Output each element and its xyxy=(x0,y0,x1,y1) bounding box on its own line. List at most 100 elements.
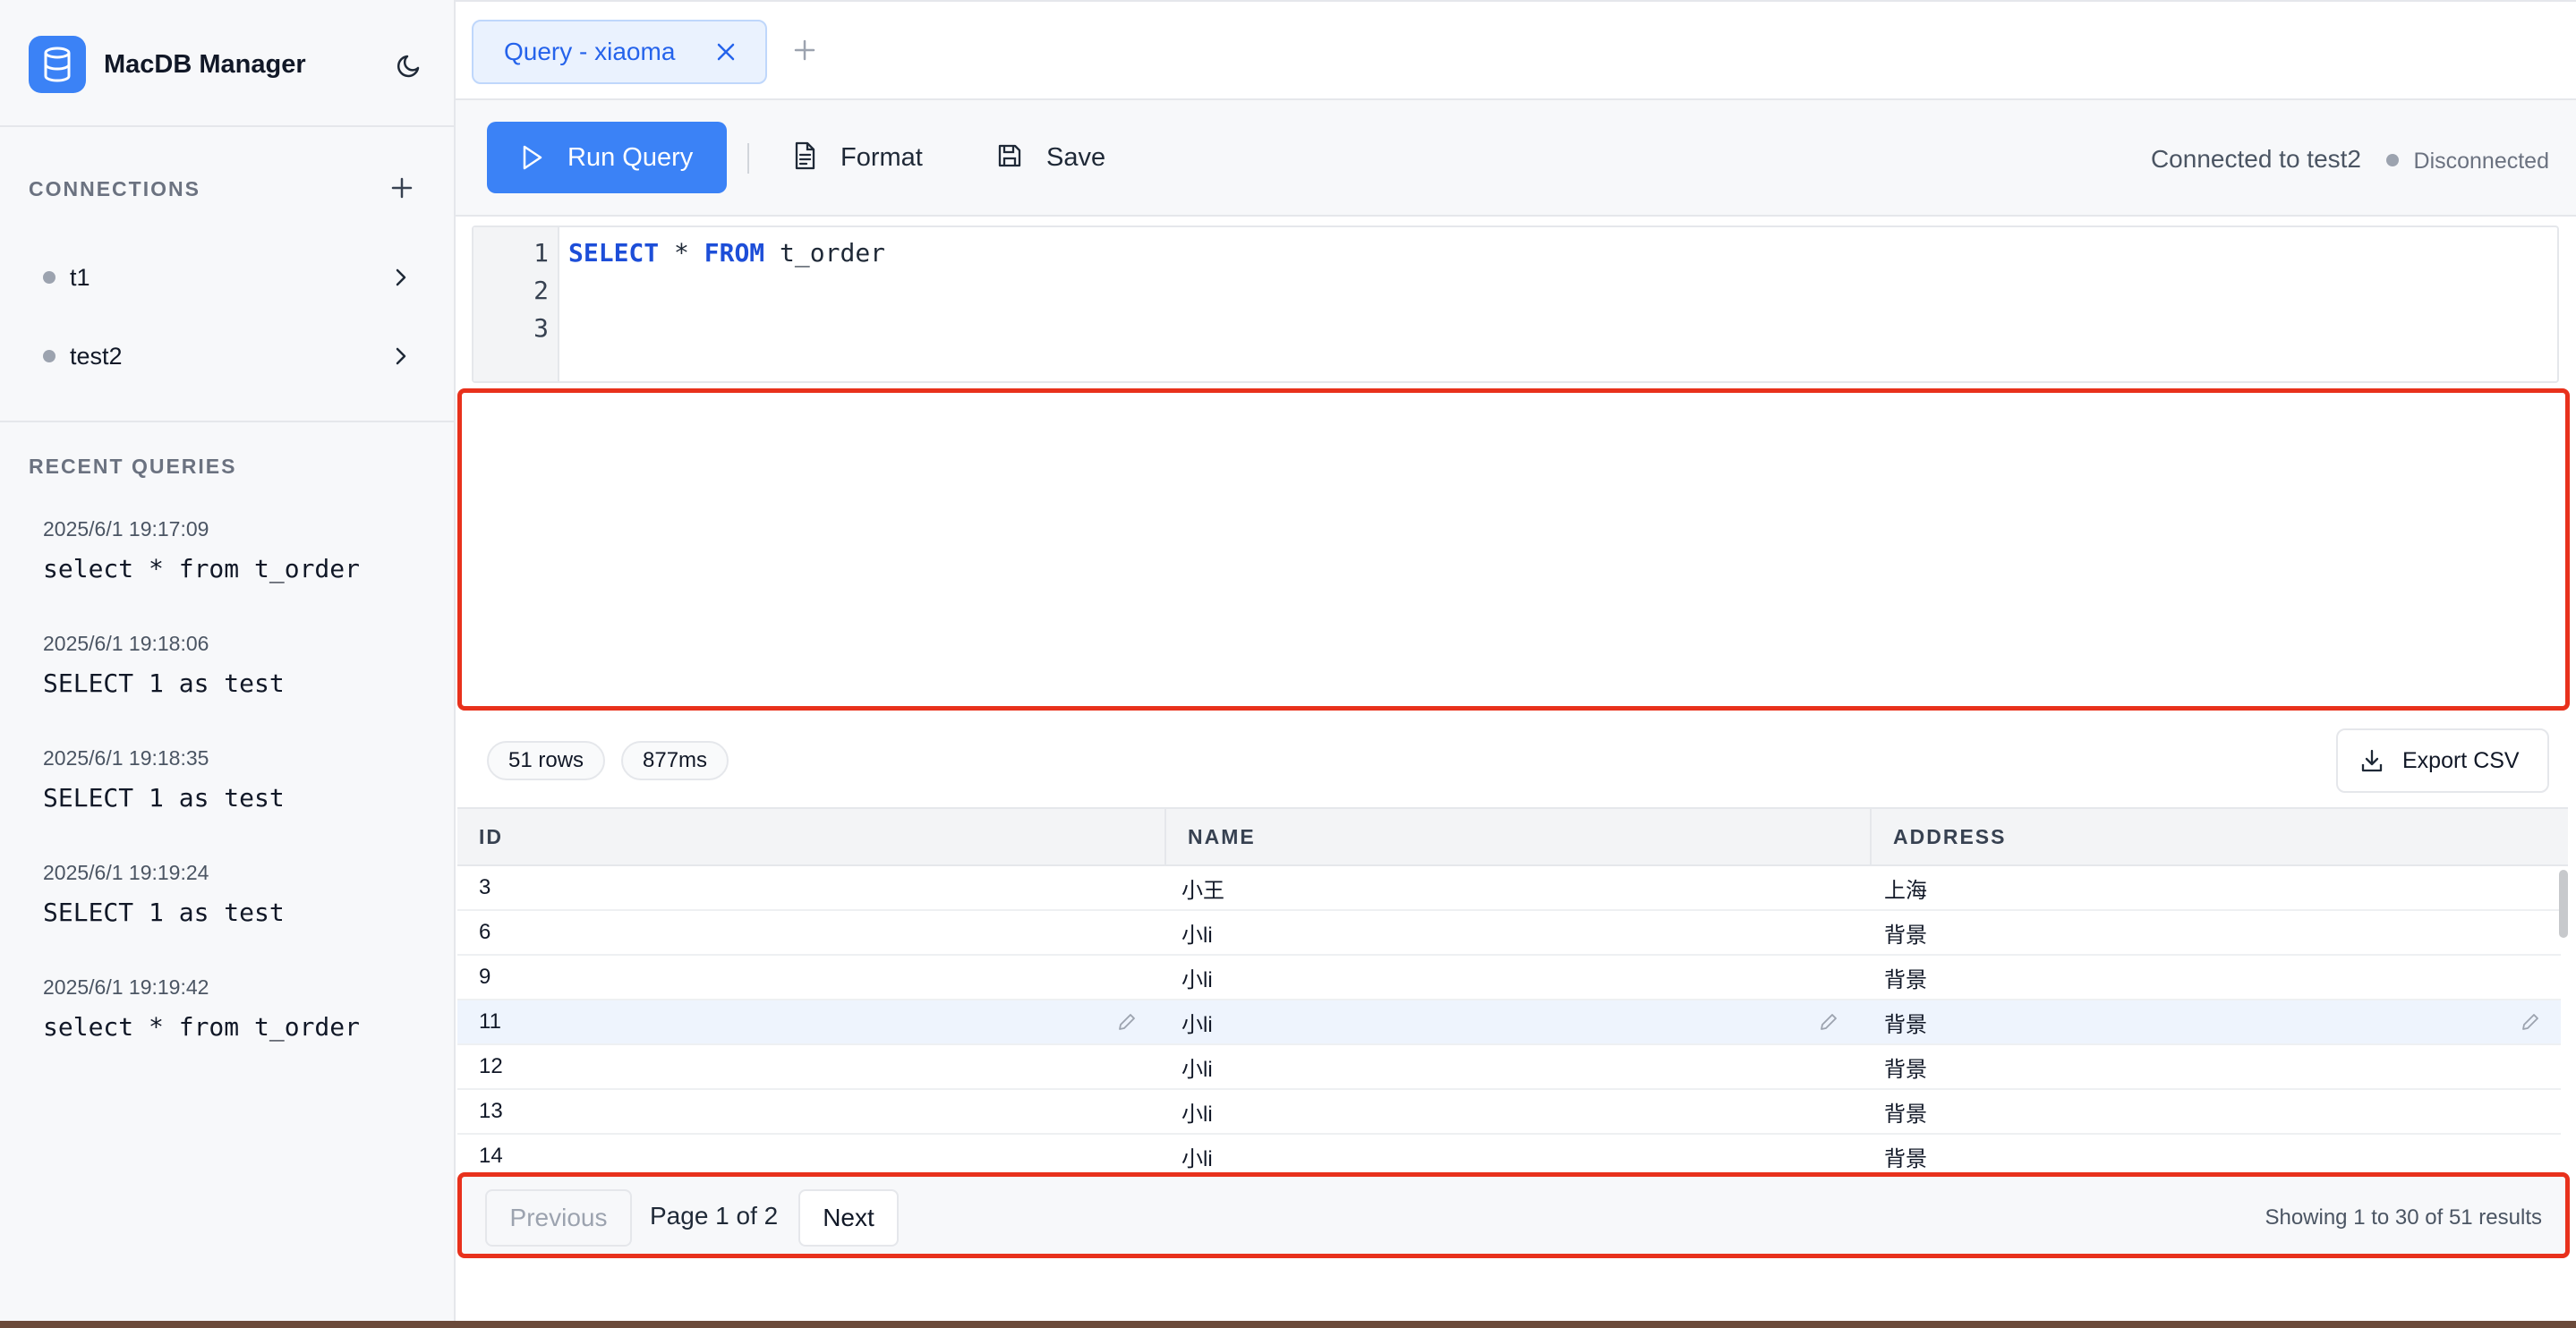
previous-page-button[interactable]: Previous xyxy=(485,1189,632,1247)
tab-query[interactable]: Query - xiaoma xyxy=(472,20,767,84)
code-line-1[interactable]: SELECT * FROM t_order xyxy=(568,238,885,268)
status-badge: Disconnected xyxy=(2413,149,2549,174)
table-row[interactable]: 6 小li 背景 xyxy=(457,911,2561,956)
chevron-right-icon xyxy=(388,344,414,369)
cell-address[interactable]: 背景 xyxy=(1884,1090,1927,1133)
sql-keyword: SELECT xyxy=(568,238,660,268)
column-header-address[interactable]: ADDRESS xyxy=(1872,809,2561,864)
cell-name[interactable]: 小王 xyxy=(1181,866,1224,909)
connection-status-dot xyxy=(43,271,55,284)
cell-id[interactable]: 12 xyxy=(479,1045,503,1088)
download-icon xyxy=(2359,748,2384,773)
toolbar-separator xyxy=(747,143,749,174)
cell-name[interactable]: 小li xyxy=(1181,1135,1213,1174)
cell-address[interactable]: 背景 xyxy=(1884,956,1927,999)
recent-query-time: 2025/6/1 19:18:35 xyxy=(43,746,209,770)
play-icon xyxy=(521,144,544,171)
save-label: Save xyxy=(1046,142,1106,172)
next-page-button[interactable]: Next xyxy=(798,1189,899,1247)
table-row[interactable]: 14 小li 背景 xyxy=(457,1135,2561,1174)
main-panel: Query - xiaoma Run Query Format Save Con… xyxy=(456,0,2576,1328)
cell-address[interactable]: 背景 xyxy=(1884,1135,1927,1174)
brand: MacDB Manager xyxy=(29,36,427,93)
table-header: ID NAME ADDRESS xyxy=(457,807,2568,866)
save-icon xyxy=(996,142,1023,174)
cell-name[interactable]: 小li xyxy=(1181,1045,1213,1088)
close-icon[interactable] xyxy=(715,41,737,63)
cell-name[interactable]: 小li xyxy=(1181,1000,1213,1043)
recent-query-item[interactable]: 2025/6/1 19:19:24 SELECT 1 as test xyxy=(43,861,419,927)
recent-query-item[interactable]: 2025/6/1 19:17:09 select * from t_order xyxy=(43,517,419,583)
connection-item-test2[interactable]: test2 xyxy=(29,331,414,381)
pencil-icon[interactable] xyxy=(2520,1011,2541,1033)
chevron-right-icon xyxy=(388,265,414,290)
toolbar: Run Query Format Save Connected to test2… xyxy=(456,100,2576,217)
cell-address[interactable]: 背景 xyxy=(1884,1000,1927,1043)
connection-item-t1[interactable]: t1 xyxy=(29,252,414,302)
cell-address[interactable]: 背景 xyxy=(1884,1045,1927,1088)
cell-id[interactable]: 11 xyxy=(479,1000,501,1043)
add-connection-icon[interactable] xyxy=(386,172,418,204)
table-row[interactable]: 3 小王 上海 xyxy=(457,866,2561,911)
format-button[interactable]: Format xyxy=(792,122,923,193)
recent-query-sql: select * from t_order xyxy=(43,1012,361,1042)
export-csv-label: Export CSV xyxy=(2402,747,2520,773)
database-icon xyxy=(29,36,86,93)
cell-id[interactable]: 6 xyxy=(479,911,490,954)
results-table: ID NAME ADDRESS 3 小王 上海 6 小li 背景 9 小li 背… xyxy=(457,807,2568,1174)
column-header-name[interactable]: NAME xyxy=(1166,809,1870,864)
cell-id[interactable]: 9 xyxy=(479,956,490,999)
recent-query-time: 2025/6/1 19:19:24 xyxy=(43,861,209,884)
moon-icon[interactable] xyxy=(393,48,427,82)
vertical-scrollbar[interactable] xyxy=(2559,870,2568,938)
pencil-icon[interactable] xyxy=(1116,1011,1138,1033)
save-button[interactable]: Save xyxy=(996,122,1105,193)
pencil-icon[interactable] xyxy=(1818,1011,1839,1033)
sql-operator: * xyxy=(659,238,704,268)
new-tab-plus-icon[interactable] xyxy=(790,36,819,64)
sql-editor[interactable]: 1 2 3 SELECT * FROM t_order xyxy=(472,226,2559,383)
cell-id[interactable]: 13 xyxy=(479,1090,503,1133)
recent-query-item[interactable]: 2025/6/1 19:18:06 SELECT 1 as test xyxy=(43,632,419,698)
cell-address[interactable]: 上海 xyxy=(1884,866,1927,909)
cell-id[interactable]: 3 xyxy=(479,866,490,909)
cell-name[interactable]: 小li xyxy=(1181,1090,1213,1133)
table-row[interactable]: 9 小li 背景 xyxy=(457,956,2561,1000)
line-number: 1 xyxy=(533,238,549,268)
connection-status-dot xyxy=(43,350,55,362)
recent-query-item[interactable]: 2025/6/1 19:18:35 SELECT 1 as test xyxy=(43,746,419,813)
recent-query-time: 2025/6/1 19:19:42 xyxy=(43,975,209,999)
format-label: Format xyxy=(840,142,923,172)
connection-label: test2 xyxy=(70,342,123,370)
line-number: 3 xyxy=(533,313,549,343)
sql-identifier: t_order xyxy=(764,238,886,268)
recent-query-time: 2025/6/1 19:18:06 xyxy=(43,632,209,655)
table-row[interactable]: 11 小li 背景 xyxy=(457,1000,2561,1045)
run-query-label: Run Query xyxy=(567,142,694,172)
cell-id[interactable]: 14 xyxy=(479,1135,503,1174)
recent-queries-title: RECENT QUERIES xyxy=(29,455,237,478)
connections-title: CONNECTIONS xyxy=(29,177,200,200)
tab-label: Query - xiaoma xyxy=(504,38,676,65)
connection-status-text: Connected to test2 xyxy=(2150,145,2361,173)
tab-bar: Query - xiaoma xyxy=(456,0,2576,100)
app-window: MacDB Manager CONNECTIONS t1 test2 RECEN xyxy=(0,0,2576,1328)
export-csv-button[interactable]: Export CSV xyxy=(2336,728,2549,793)
app-title: MacDB Manager xyxy=(104,49,306,79)
table-row[interactable]: 13 小li 背景 xyxy=(457,1090,2561,1135)
cell-address[interactable]: 背景 xyxy=(1884,911,1927,954)
recent-query-item[interactable]: 2025/6/1 19:19:42 select * from t_order xyxy=(43,975,419,1042)
sql-keyword: FROM xyxy=(704,238,765,268)
column-header-id[interactable]: ID xyxy=(457,809,1164,864)
run-query-button[interactable]: Run Query xyxy=(487,122,727,193)
desktop-background-strip xyxy=(0,1321,2576,1328)
divider xyxy=(0,125,456,127)
cell-name[interactable]: 小li xyxy=(1181,911,1213,954)
recent-query-sql: SELECT 1 as test xyxy=(43,668,285,698)
line-number: 2 xyxy=(533,276,549,305)
cell-name[interactable]: 小li xyxy=(1181,956,1213,999)
results-meta-bar: 51 rows 877ms Export CSV xyxy=(456,725,2576,796)
document-icon xyxy=(792,141,817,175)
line-number-gutter: 1 2 3 xyxy=(473,227,559,381)
table-row[interactable]: 12 小li 背景 xyxy=(457,1045,2561,1090)
